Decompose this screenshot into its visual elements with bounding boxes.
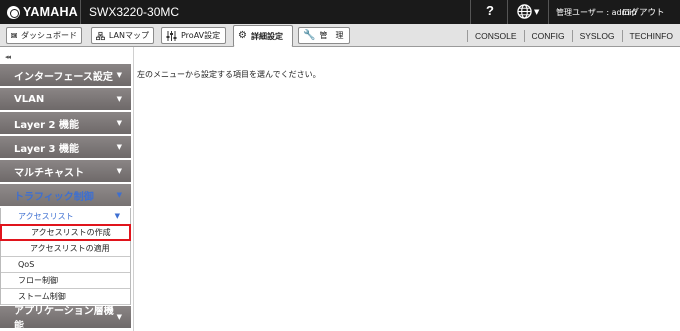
top-bar: YAMAHA SWX3220-30MC ? ▼ 管理ユーザー : admin ロ…: [0, 0, 680, 24]
model-name: SWX3220-30MC: [89, 5, 180, 19]
help-button[interactable]: ?: [481, 3, 499, 18]
sidebar-item-label: マルチキャスト: [14, 167, 84, 179]
dashboard-label: ダッシュボード: [21, 31, 77, 40]
sidebar-item-access-list-apply[interactable]: アクセスリストの適用: [1, 241, 130, 257]
sidebar-item-label: アクセスリスト: [18, 211, 74, 221]
sidebar-item-label: ストーム制御: [18, 292, 66, 301]
sidebar-item-label: フロー制御: [18, 276, 58, 285]
sidebar-item-label: QoS: [18, 260, 35, 269]
proav-settings-button[interactable]: ProAV設定: [161, 27, 226, 44]
sidebar-item-vlan[interactable]: VLAN ▼: [0, 88, 131, 110]
config-link[interactable]: CONFIG: [523, 29, 572, 42]
chevron-down-icon: ▼: [114, 212, 120, 220]
chevron-down-icon: ▼: [116, 191, 122, 199]
lan-map-label: LANマップ: [108, 31, 149, 40]
sidebar-item-interface-settings[interactable]: インターフェース設定 ▼: [0, 64, 131, 86]
dashboard-button[interactable]: ダッシュボード: [6, 27, 82, 44]
logout-link[interactable]: ログアウト: [622, 6, 665, 18]
wrench-icon: 🔧: [303, 29, 316, 41]
proav-settings-label: ProAV設定: [181, 31, 221, 40]
lan-map-button[interactable]: LANマップ: [91, 27, 154, 44]
divider: [470, 0, 471, 24]
sidebar-item-label: Layer 3 機能: [14, 143, 79, 155]
sidebar-item-label: トラフィック制御: [14, 191, 94, 203]
proav-icon: [166, 30, 177, 41]
advanced-settings-label: 詳細設定: [250, 31, 283, 41]
language-menu[interactable]: ▼: [517, 4, 539, 19]
techinfo-link[interactable]: TECHINFO: [621, 29, 680, 42]
console-link[interactable]: CONSOLE: [466, 29, 524, 42]
dashboard-icon: [11, 33, 17, 38]
sidebar-item-label: VLAN: [14, 93, 45, 105]
sidebar-item-label: インターフェース設定: [14, 71, 113, 83]
collapse-sidebar-icon[interactable]: ◂◂: [5, 53, 11, 61]
sidebar-item-label: アクセスリストの適用: [30, 244, 110, 253]
chevron-down-icon: ▼: [116, 119, 122, 127]
sidebar-item-label: アクセスリストの作成: [31, 228, 111, 237]
instruction-message: 左のメニューから設定する項目を選んでください。: [137, 70, 321, 79]
chevron-down-icon: ▼: [116, 143, 122, 151]
content-divider: [133, 47, 134, 331]
sidebar-item-layer2[interactable]: Layer 2 機能 ▼: [0, 112, 131, 134]
brand-name: YAMAHA: [23, 5, 78, 19]
management-label: 管 理: [319, 31, 344, 40]
utility-links: CONSOLE CONFIG SYSLOG TECHINFO: [466, 24, 680, 47]
gear-icon: ⚙: [238, 30, 247, 41]
yamaha-logo: YAMAHA: [7, 5, 78, 19]
chevron-down-icon: ▼: [116, 313, 122, 321]
management-button[interactable]: 🔧 管 理: [298, 27, 350, 44]
chevron-down-icon: ▼: [116, 167, 122, 175]
sidebar-item-layer3[interactable]: Layer 3 機能 ▼: [0, 136, 131, 158]
main-toolbar: ダッシュボード LANマップ ProAV設定 ⚙ 詳細設定 🔧 管 理 CONS…: [0, 24, 680, 47]
chevron-down-icon: ▼: [116, 71, 122, 79]
traffic-control-submenu: アクセスリスト ▼ アクセスリストの作成 アクセスリストの適用 QoS フロー制…: [0, 208, 131, 305]
lan-map-icon: [96, 31, 105, 40]
sidebar-item-traffic-control[interactable]: トラフィック制御 ▼: [0, 184, 131, 206]
sidebar-item-qos[interactable]: QoS: [1, 257, 130, 273]
divider: [548, 0, 549, 24]
chevron-down-icon: ▼: [116, 95, 122, 103]
sidebar-item-multicast[interactable]: マルチキャスト ▼: [0, 160, 131, 182]
yamaha-logo-mark-icon: [7, 5, 20, 19]
sidebar-item-label: Layer 2 機能: [14, 119, 79, 131]
tab-advanced-settings[interactable]: ⚙ 詳細設定: [233, 25, 293, 47]
globe-icon: [517, 4, 532, 19]
divider: [507, 0, 508, 24]
sidebar-item-label: アプリケーション層機能: [14, 306, 114, 331]
syslog-link[interactable]: SYSLOG: [571, 29, 622, 42]
sidebar-menu: インターフェース設定 ▼ VLAN ▼ Layer 2 機能 ▼ Layer 3…: [0, 64, 131, 331]
sidebar-item-application-layer[interactable]: アプリケーション層機能 ▼: [0, 306, 131, 331]
divider: [80, 0, 81, 24]
sidebar-item-access-list-create[interactable]: アクセスリストの作成: [0, 224, 131, 241]
sidebar-item-flow-control[interactable]: フロー制御: [1, 273, 130, 289]
sidebar-item-access-list[interactable]: アクセスリスト ▼: [1, 208, 130, 224]
chevron-down-icon: ▼: [534, 7, 540, 16]
